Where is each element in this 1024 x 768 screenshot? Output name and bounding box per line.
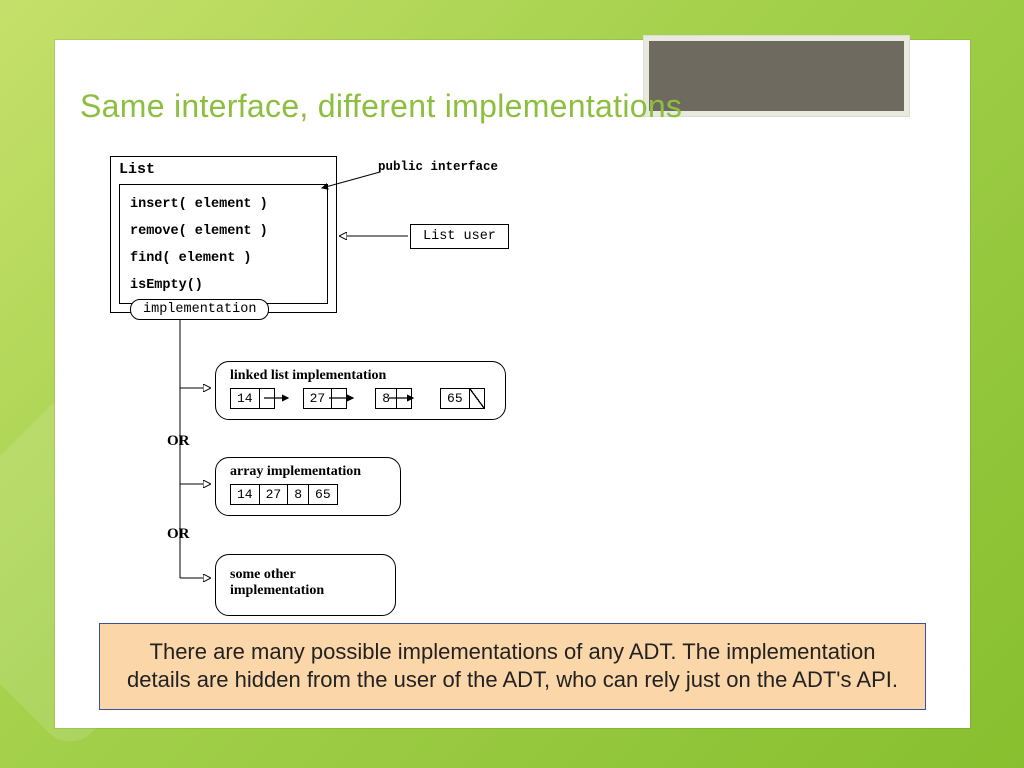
corner-accent [643, 35, 910, 117]
other-impl-box: some other implementation [215, 554, 396, 616]
linked-list-impl-box: linked list implementation 14 27 8 65 [215, 361, 506, 420]
ll-node: 27 [303, 388, 348, 409]
ll-node: 65 [440, 388, 485, 409]
list-user-box: List user [410, 224, 509, 249]
slide-card: Same interface, different implementation… [55, 40, 970, 728]
list-adt-name: List [111, 157, 336, 184]
array-impl-title: array implementation [228, 464, 388, 480]
ll-node: 14 [230, 388, 275, 409]
ll-node: 8 [375, 388, 412, 409]
corner-accent-inner [649, 41, 904, 111]
array-cells: 14 27 8 65 [228, 484, 388, 505]
linked-list-title: linked list implementation [228, 368, 493, 384]
list-adt-box: List insert( element ) remove( element )… [110, 156, 337, 313]
arr-cell: 8 [287, 484, 309, 505]
or-label-1: OR [167, 433, 190, 450]
public-interface-label: public interface [378, 160, 498, 174]
implementation-label: implementation [130, 299, 269, 320]
arr-cell: 14 [230, 484, 260, 505]
list-method: isEmpty() [130, 272, 317, 299]
list-method: insert( element ) [130, 191, 317, 218]
list-method: find( element ) [130, 245, 317, 272]
or-label-2: OR [167, 526, 190, 543]
arr-cell: 65 [308, 484, 338, 505]
linked-list-nodes: 14 27 8 65 [228, 388, 493, 409]
arr-cell: 27 [259, 484, 289, 505]
list-method: remove( element ) [130, 218, 317, 245]
list-methods-box: insert( element ) remove( element ) find… [119, 184, 328, 304]
array-impl-box: array implementation 14 27 8 65 [215, 457, 401, 516]
callout-box: There are many possible implementations … [99, 623, 926, 710]
slide-title: Same interface, different implementation… [80, 88, 682, 125]
slide-background: Same interface, different implementation… [0, 0, 1024, 768]
diagram: List insert( element ) remove( element )… [80, 156, 640, 656]
other-impl-title: some other implementation [228, 567, 383, 599]
